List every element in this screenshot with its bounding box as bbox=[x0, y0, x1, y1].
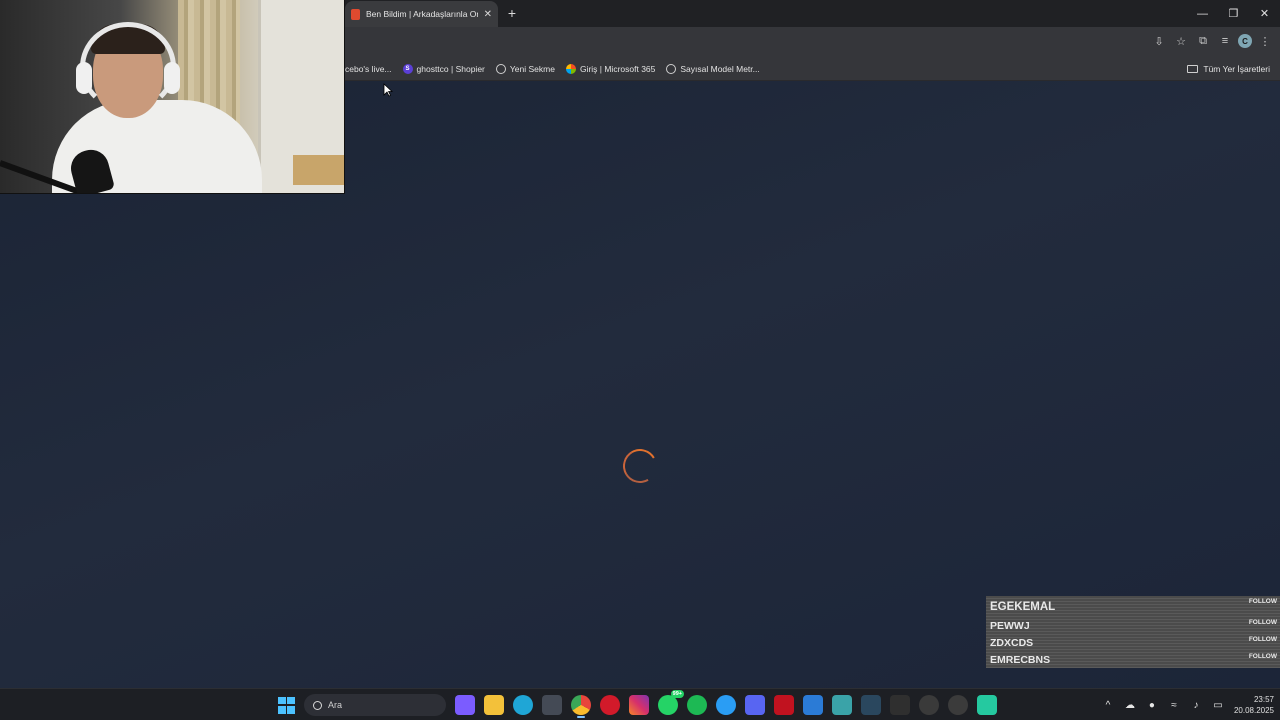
chevron-up-icon[interactable]: ^ bbox=[1102, 699, 1114, 711]
clock-time: 23:57 bbox=[1253, 695, 1274, 704]
follow-alerts-widget: EGEKEMAL FOLLOW PEWWJ FOLLOW ZDXCDS FOLL… bbox=[986, 596, 1280, 668]
folder-icon bbox=[1187, 65, 1199, 73]
webcam-overlay bbox=[0, 0, 345, 194]
follow-label: FOLLOW bbox=[1248, 619, 1277, 626]
system-tray: ^ ☁ ● ≈ ♪ ▭ 23:57 20.08.2025 bbox=[1102, 692, 1274, 718]
globe-icon bbox=[495, 64, 506, 74]
headset-earcup-left bbox=[76, 62, 92, 94]
install-app-icon[interactable]: ⇩ bbox=[1150, 32, 1168, 50]
follow-row: EGEKEMAL FOLLOW bbox=[986, 596, 1280, 617]
follower-name: EGEKEMAL bbox=[990, 600, 1056, 613]
bookmark-label: Yeni Sekme bbox=[509, 64, 555, 74]
whatsapp-icon[interactable]: 99+ bbox=[658, 690, 684, 715]
follow-row: PEWWJ FOLLOW bbox=[986, 617, 1280, 634]
extensions-icon[interactable]: ⧉ bbox=[1194, 32, 1212, 50]
microphone-tray-icon[interactable]: ● bbox=[1146, 699, 1158, 711]
bip-icon[interactable] bbox=[716, 695, 736, 715]
follow-label: FOLLOW bbox=[1248, 598, 1277, 605]
headset-icon bbox=[80, 22, 176, 112]
search-placeholder: Ara bbox=[328, 700, 343, 710]
bookmark-label: Sayısal Model Metr... bbox=[680, 64, 760, 74]
file-explorer-icon[interactable] bbox=[484, 695, 504, 715]
steelseries-icon[interactable] bbox=[919, 695, 939, 715]
follow-label: FOLLOW bbox=[1248, 653, 1277, 660]
follower-name: EMRECBNS bbox=[990, 653, 1051, 666]
battery-icon[interactable]: ▭ bbox=[1212, 699, 1224, 711]
taskbar: Ara 99+ ^ ☁ ● ≈ ♪ ▭ 23:57 20.08.2025 bbox=[0, 688, 1280, 720]
gallery-icon[interactable] bbox=[832, 695, 852, 715]
bookmark-sayisal-model[interactable]: Sayısal Model Metr... bbox=[666, 64, 760, 74]
close-window-button[interactable]: ✕ bbox=[1249, 0, 1280, 27]
follow-row: ZDXCDS FOLLOW bbox=[986, 634, 1280, 651]
wifi-icon[interactable]: ≈ bbox=[1168, 699, 1180, 711]
clock[interactable]: 23:57 20.08.2025 bbox=[1234, 694, 1274, 716]
spotify-icon[interactable] bbox=[687, 695, 707, 715]
volume-icon[interactable]: ♪ bbox=[1190, 699, 1202, 711]
bookmark-ghosttco-shopier[interactable]: S ghosttco | Shopier bbox=[402, 64, 485, 74]
discord-icon[interactable] bbox=[745, 695, 765, 715]
obs-icon[interactable] bbox=[948, 695, 968, 715]
bookmark-star-icon[interactable]: ☆ bbox=[1172, 32, 1190, 50]
bluestacks-icon[interactable] bbox=[977, 695, 997, 715]
bookmark-label: cebo's live... bbox=[345, 64, 392, 74]
follow-label: FOLLOW bbox=[1248, 636, 1277, 643]
window-controls: — ❐ ✕ bbox=[1187, 0, 1280, 27]
media-controls-icon[interactable]: ≡ bbox=[1216, 32, 1234, 50]
microsoft-icon bbox=[565, 64, 576, 74]
profile-avatar[interactable]: C bbox=[1238, 34, 1252, 48]
bookmark-microsoft-365[interactable]: Giriş | Microsoft 365 bbox=[565, 64, 656, 74]
follower-name: ZDXCDS bbox=[990, 636, 1034, 649]
all-bookmarks-button[interactable]: Tüm Yer İşaretleri bbox=[1187, 57, 1270, 81]
notification-badge: 99+ bbox=[670, 690, 684, 698]
tab-benbildim[interactable]: Ben Bildim | Arkadaşlarınla Onl ✕ bbox=[345, 1, 498, 27]
bookmark-yeni-sekme[interactable]: Yeni Sekme bbox=[495, 64, 555, 74]
menu-kebab-icon[interactable]: ⋮ bbox=[1256, 32, 1274, 50]
start-windows-icon[interactable] bbox=[278, 696, 295, 714]
all-bookmarks-label: Tüm Yer İşaretleri bbox=[1203, 64, 1270, 74]
photos-icon[interactable] bbox=[803, 695, 823, 715]
onedrive-icon[interactable]: ☁ bbox=[1124, 699, 1136, 711]
minimize-button[interactable]: — bbox=[1187, 0, 1218, 27]
headset-earcup-right bbox=[164, 62, 180, 94]
globe-icon bbox=[666, 64, 677, 74]
close-tab-icon[interactable]: ✕ bbox=[484, 9, 492, 20]
search-icon bbox=[313, 700, 322, 710]
bookmark-label: Giriş | Microsoft 365 bbox=[579, 64, 656, 74]
edge-icon[interactable] bbox=[513, 695, 533, 715]
bookmark-cebos-live[interactable]: cebo's live... bbox=[345, 64, 392, 74]
new-tab-button[interactable]: + bbox=[505, 5, 519, 21]
shopier-icon: S bbox=[402, 64, 413, 74]
loading-spinner bbox=[619, 445, 661, 487]
clock-date: 20.08.2025 bbox=[1233, 706, 1274, 715]
maximize-button[interactable]: ❐ bbox=[1218, 0, 1249, 27]
webcam-box bbox=[293, 155, 344, 185]
netflix-icon[interactable] bbox=[774, 695, 794, 715]
taskbar-search[interactable]: Ara bbox=[304, 694, 446, 716]
copilot-icon[interactable] bbox=[455, 695, 475, 715]
ben-bildim-favicon-icon bbox=[351, 8, 360, 20]
store-icon[interactable] bbox=[542, 695, 562, 715]
tab-title: Ben Bildim | Arkadaşlarınla Onl bbox=[366, 9, 478, 19]
screen: Ben Bildim | Arkadaşlarınla Onl ✕ + — ❐ … bbox=[0, 0, 1280, 720]
steam-icon[interactable] bbox=[861, 695, 881, 715]
follow-row: EMRECBNS FOLLOW bbox=[986, 651, 1280, 668]
chrome-icon[interactable] bbox=[571, 695, 591, 718]
opera-icon[interactable] bbox=[600, 695, 620, 715]
bookmark-label: ghosttco | Shopier bbox=[416, 64, 485, 74]
follower-name: PEWWJ bbox=[990, 619, 1030, 632]
epic-games-icon[interactable] bbox=[890, 695, 910, 715]
instagram-icon[interactable] bbox=[629, 695, 649, 715]
